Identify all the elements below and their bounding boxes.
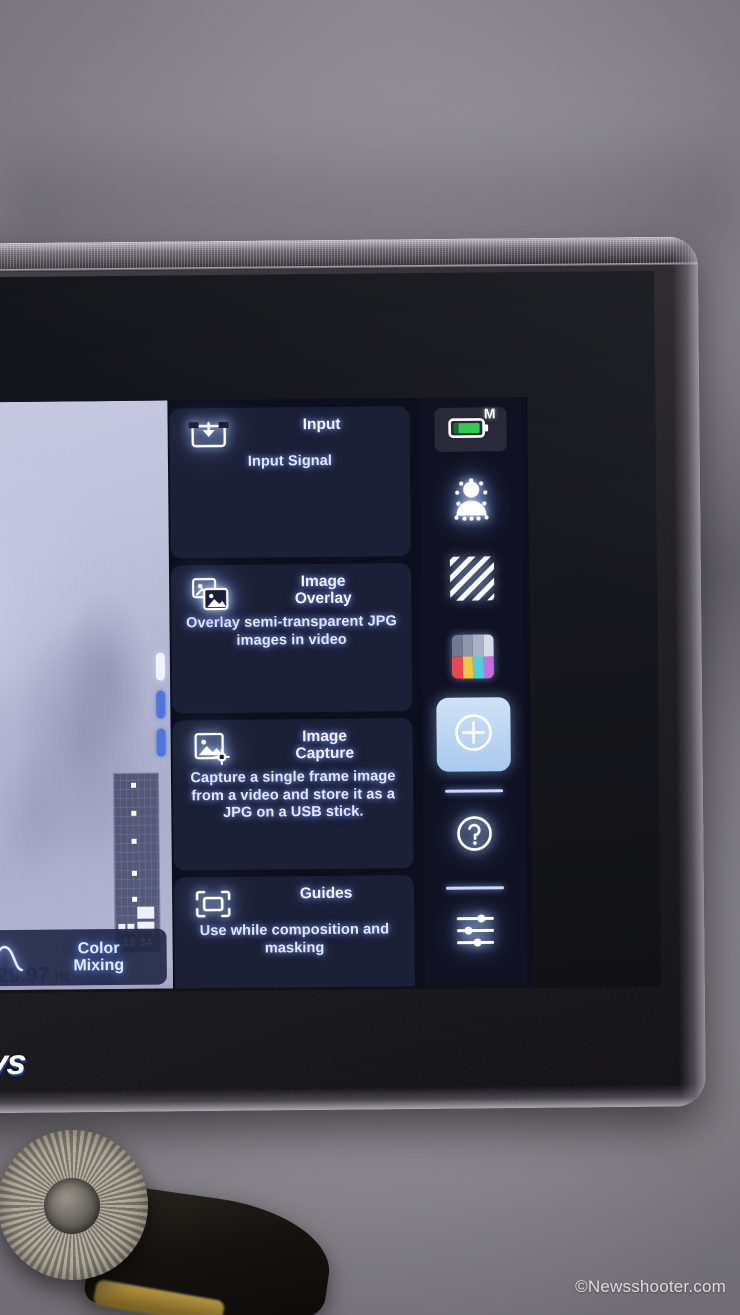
page-indicator-dot[interactable] [156, 690, 166, 719]
mount-knurled-knob [0, 1130, 148, 1280]
image-capture-icon [181, 729, 243, 768]
image-overlay-icon [179, 574, 241, 613]
audio-peak-dot [132, 896, 138, 902]
color-chart-icon [451, 634, 495, 679]
menu-card-title-input: Input [302, 415, 341, 434]
sidebar-item-zebra-exposure[interactable] [435, 541, 510, 616]
guides-frame-icon [182, 886, 244, 921]
menu-card-title-image-overlay: Image Overlay [294, 572, 352, 608]
audio-level-meter: 12 34 [112, 772, 161, 954]
sidebar-item-color-chart[interactable] [435, 619, 510, 694]
field-monitor-device: Keys Color Mixing Input Input Signal Ima… [0, 236, 707, 1114]
input-signal-icon [178, 417, 240, 452]
menu-card-title-image-capture: Image Capture [295, 727, 355, 763]
photo-watermark: ©Newsshooter.com [575, 1277, 726, 1296]
sliders-icon [452, 910, 498, 955]
zebra-stripes-icon [449, 556, 495, 601]
sidebar-divider [445, 789, 504, 793]
menu-card-desc-guides: Use while composition and masking [199, 921, 390, 957]
tripod-mount-assembly [0, 1120, 338, 1315]
device-brand-logo: Keys [0, 1042, 27, 1083]
menu-card-desc-image-overlay: Overlay semi-transparent JPG images in v… [186, 613, 397, 649]
person-focus-icon [448, 475, 494, 526]
menu-card-desc-image-capture: Capture a single frame image from a vide… [190, 768, 396, 822]
question-circle-icon [451, 810, 497, 861]
video-preview[interactable]: 12 34 29.97 Hz [0, 400, 174, 991]
menu-card-input[interactable]: Input Input Signal [169, 406, 411, 559]
page-indicator-dot[interactable] [155, 652, 166, 681]
plus-circle-icon [450, 709, 496, 760]
left-tool-button-group: Color Mixing [0, 928, 178, 991]
sidebar-divider [446, 886, 505, 890]
battery-icon: M [446, 405, 496, 446]
tool-label-color-mixing: Color Mixing [73, 939, 125, 975]
sidebar-item-battery-status[interactable]: M [434, 405, 507, 452]
audio-level-bar [137, 906, 155, 919]
menu-card-guides[interactable]: Guides Use while composition and masking [173, 875, 416, 991]
menu-card-title-guides: Guides [299, 884, 353, 903]
menu-card-list: Input Input Signal Image Overlay Overlay… [167, 398, 425, 991]
audio-meter-grid [113, 773, 160, 934]
audio-peak-dot [131, 870, 137, 876]
sidebar-item-focus-assist[interactable] [434, 463, 509, 538]
audio-peak-dot [131, 782, 137, 788]
audio-peak-dot [131, 838, 137, 844]
menu-card-image-capture[interactable]: Image Capture Capture a single frame ima… [172, 718, 414, 871]
audio-peak-dot [131, 810, 137, 816]
page-indicator-dot[interactable] [156, 728, 166, 757]
menu-card-desc-input: Input Signal [247, 452, 333, 470]
battery-mode-badge: M [483, 404, 496, 421]
curve-waveform-icon [0, 943, 27, 973]
tool-button-color-mixing[interactable]: Color Mixing [0, 928, 167, 987]
sidebar-item-help[interactable] [437, 798, 512, 873]
monitor-glass-panel: 12 34 29.97 Hz [0, 270, 662, 994]
page-indicator-group[interactable] [155, 652, 166, 757]
sidebar-item-settings[interactable] [438, 895, 513, 970]
right-sidebar: M [419, 397, 527, 987]
lcd-screen: 12 34 29.97 Hz [0, 397, 533, 991]
mount-knob-center [44, 1178, 100, 1234]
menu-card-image-overlay[interactable]: Image Overlay Overlay semi-transparent J… [170, 563, 413, 714]
sidebar-item-add-tool[interactable] [436, 697, 511, 772]
